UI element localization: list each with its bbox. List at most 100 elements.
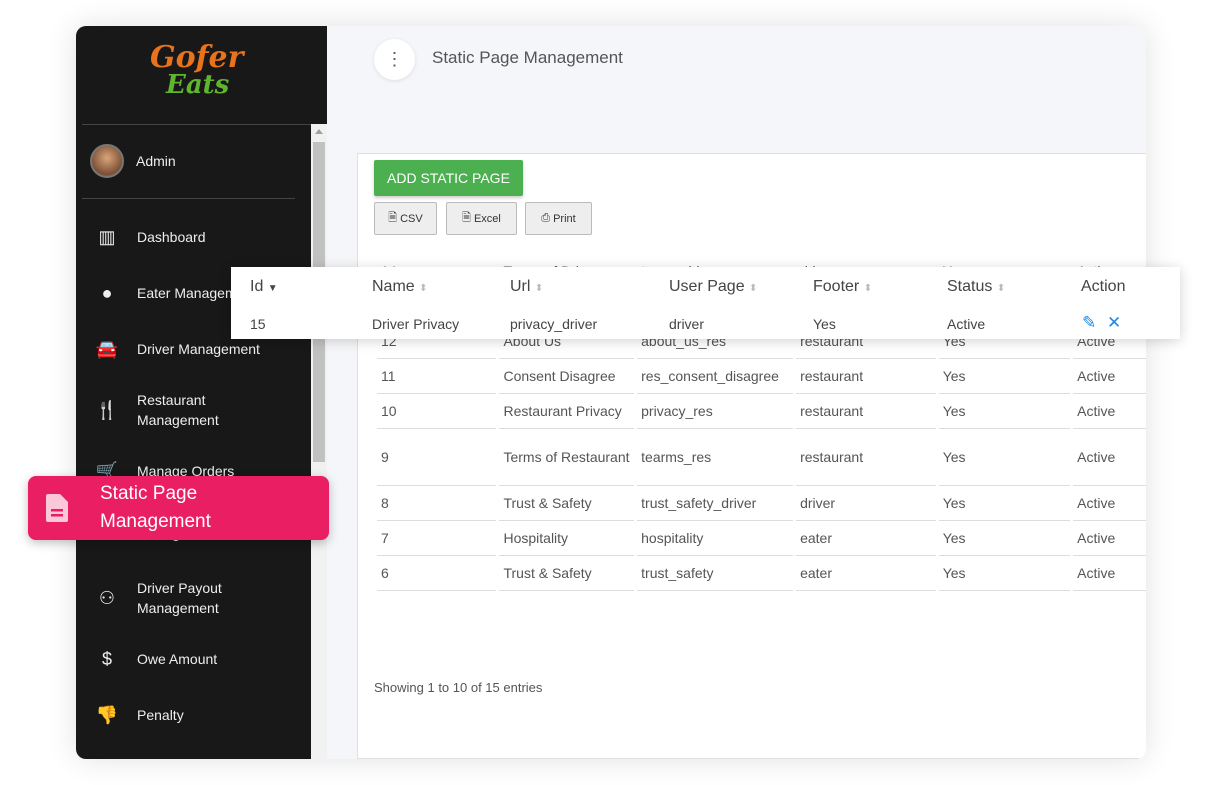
table-cell: 10 (377, 394, 497, 429)
cell-url: privacy_driver (510, 316, 598, 332)
more-vert-icon[interactable]: ⋮ (374, 39, 415, 80)
sidebar-item-label: Dashboard (137, 229, 206, 245)
table-cell: driver (796, 486, 936, 521)
description-icon (46, 494, 68, 522)
edit-icon[interactable]: ✎ (1082, 313, 1096, 333)
page-header: ⋮ Static Page Management (327, 26, 1146, 153)
table-cell: Trust & Safety (499, 486, 635, 521)
sidebar-item-label: Driver Management (137, 341, 260, 357)
column-header-footer[interactable]: Footer ⬍ (813, 278, 872, 296)
cell-status: Active (947, 316, 986, 332)
sort-icon: ⬍ (749, 283, 758, 294)
table-row: 8 Trust & Safety trust_safety_driver driver… (377, 486, 1146, 521)
table-cell: eater (796, 556, 936, 591)
table-cell: trust_safety (637, 556, 794, 591)
table-row: 11 Consent Disagree res_consent_disagree re… (377, 359, 1146, 394)
delete-icon[interactable]: ✕ (1107, 313, 1121, 333)
page-title: Static Page Management (432, 48, 623, 67)
column-header-status[interactable]: Status ⬍ (947, 278, 1005, 296)
table-cell: restaurant (796, 429, 936, 486)
table-cell: Active (1073, 429, 1146, 486)
print-button[interactable]: ⎙ Print (525, 202, 592, 235)
table-cell: Restaurant Privacy (499, 394, 635, 429)
column-header-url[interactable]: Url ⬍ (510, 278, 543, 296)
table-cell: eater (796, 521, 936, 556)
sidebar-item-driver-management[interactable]: 🚘 Driver Management (96, 338, 260, 360)
table-cell: Terms of Restaurant (499, 429, 635, 486)
table-cell: 6 (377, 556, 497, 591)
sidebar-item-dashboard[interactable]: ▥ Dashboard (96, 226, 206, 248)
table-cell: 11 (377, 359, 497, 394)
table-row: 6 Trust & Safety trust_safety eater Yes Activ… (377, 556, 1146, 591)
table-row: 9 Terms of Restaurant tearms_res restaurant… (377, 429, 1146, 486)
sidebar-item-label: Driver Payout Management (137, 580, 222, 616)
car-icon: 🚘 (95, 339, 119, 359)
table-cell: Active (1073, 394, 1146, 429)
sidebar-item-penalty[interactable]: 👎 Penalty (96, 704, 184, 726)
sidebar-item-label: Restaurant Management (137, 392, 219, 428)
table-cell: 9 (377, 429, 497, 486)
user-profile[interactable]: Admin (90, 144, 176, 178)
sidebar-item-label: Penalty (137, 707, 184, 723)
column-header-id[interactable]: Id ▼ (250, 278, 278, 296)
dollar-icon: $ (101, 649, 112, 669)
sort-icon: ⬍ (863, 283, 873, 294)
table-cell: Active (1073, 486, 1146, 521)
sort-icon: ⬍ (534, 283, 544, 294)
table-cell: Yes (938, 556, 1071, 591)
sidebar-scrollbar[interactable] (311, 124, 327, 759)
user-name: Admin (136, 153, 176, 169)
add-static-page-button[interactable]: ADD STATIC PAGE (374, 160, 523, 196)
avatar (90, 144, 124, 178)
sidebar-item-static-page-management[interactable]: Static Page Management (28, 476, 329, 540)
table-cell: Yes (938, 429, 1071, 486)
table-cell: trust_safety_driver (637, 486, 794, 521)
excel-button[interactable]: 🗎 Excel (446, 202, 517, 235)
restaurant-icon: 🍴 (95, 400, 119, 420)
highlighted-table-header: Id ▼ Name ⬍ Url ⬍ User Page ⬍ Footer ⬍ S… (231, 267, 1180, 339)
bar-chart-icon: ▥ (98, 227, 116, 247)
table-cell: res_consent_disagree (637, 359, 794, 394)
table-cell: restaurant (796, 394, 936, 429)
table-cell: 7 (377, 521, 497, 556)
table-cell: 8 (377, 486, 497, 521)
table-cell: Active (1073, 359, 1146, 394)
table-cell: Yes (938, 521, 1071, 556)
cell-footer: Yes (813, 316, 836, 332)
sidebar-item-label: Static Page Management (100, 483, 211, 532)
sidebar-item-driver-payout-management[interactable]: ⚇ Driver Payout Management (96, 578, 257, 618)
table-row: 10 Restaurant Privacy privacy_res restauran… (377, 394, 1146, 429)
content-card: ADD STATIC PAGE 🗎CSV 🗎Excel ⎙Print 14Ter… (357, 153, 1146, 759)
divider (82, 124, 311, 125)
table-cell: tearms_res (637, 429, 794, 486)
csv-button[interactable]: 🗎 CSV (374, 202, 437, 235)
column-header-name[interactable]: Name ⬍ (372, 278, 428, 296)
column-header-user-page[interactable]: User Page ⬍ (669, 278, 757, 296)
sidebar-item-label: Owe Amount (137, 651, 218, 667)
table-cell: Hospitality (499, 521, 635, 556)
column-header-action: Action (1081, 278, 1126, 295)
table-cell: hospitality (637, 521, 794, 556)
file-icon: 🗎 (388, 212, 398, 224)
cell-user-page: driver (669, 316, 705, 332)
table-cell: Yes (938, 486, 1071, 521)
table-cell: Active (1073, 556, 1146, 591)
sort-icon: ⬍ (996, 283, 1006, 294)
table-cell: Trust & Safety (499, 556, 635, 591)
sort-icon: ⬍ (419, 283, 428, 294)
account-circle-icon: ● (101, 283, 113, 303)
divider (82, 198, 295, 199)
table-cell: Consent Disagree (499, 359, 635, 394)
file-icon: 🗎 (462, 212, 471, 224)
sort-desc-icon: ▼ (267, 283, 278, 294)
table-cell: privacy_res (637, 394, 794, 429)
sidebar-item-restaurant-management[interactable]: 🍴 Restaurant Management (96, 390, 257, 430)
sidebar: Gofer Eats Admin ▥ Dashboard ● Eater Manage… (76, 26, 327, 759)
table-cell: Yes (938, 394, 1071, 429)
cell-name: Driver Privacy (372, 316, 460, 332)
sidebar-item-owe-amount[interactable]: $ Owe Amount (96, 648, 217, 670)
table-cell: Yes (938, 359, 1071, 394)
table-info: Showing 1 to 10 of 15 entries (374, 680, 543, 695)
logo: Gofer Eats (150, 40, 244, 100)
app-window: Gofer Eats Admin ▥ Dashboard ● Eater Manage… (76, 26, 1146, 759)
